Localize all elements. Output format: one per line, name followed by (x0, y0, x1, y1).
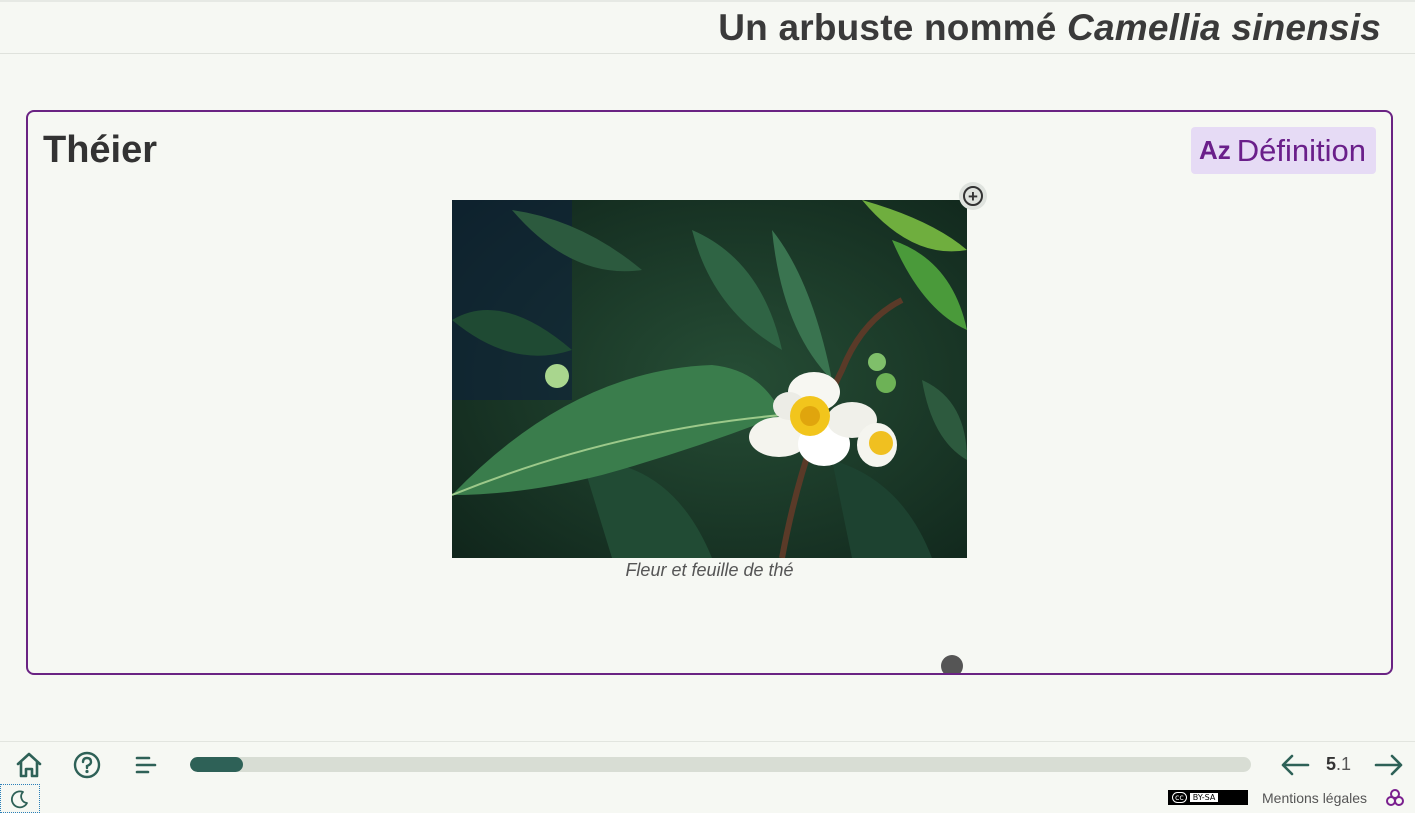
previous-button[interactable] (1278, 748, 1312, 782)
page-sub: .1 (1336, 754, 1352, 774)
help-button[interactable] (70, 748, 104, 782)
page-main: 5 (1326, 754, 1337, 774)
brand-logo-icon (1386, 789, 1404, 806)
menu-icon (135, 756, 157, 774)
scroll-indicator (941, 655, 963, 673)
brand-logo[interactable] (1386, 789, 1404, 807)
license-text: BY-SA (1189, 793, 1219, 802)
card-title: Théier (43, 129, 158, 171)
definition-badge: Az Définition (1190, 127, 1376, 174)
title-italic: Camellia sinensis (1067, 7, 1381, 48)
home-icon (16, 752, 42, 778)
home-button[interactable] (12, 748, 46, 782)
theme-toggle-button[interactable] (0, 784, 40, 813)
zoom-image-button[interactable]: + (959, 182, 987, 210)
progress-fill (190, 757, 244, 772)
arrow-right-icon (1374, 754, 1403, 776)
page-header: Un arbuste nommé Camellia sinensis (0, 0, 1415, 54)
menu-button[interactable] (129, 748, 163, 782)
tea-plant-image (452, 200, 967, 558)
page-title: Un arbuste nommé Camellia sinensis (718, 7, 1381, 49)
progress-bar (190, 757, 1251, 772)
definition-label: Définition (1236, 132, 1366, 168)
legal-notice-link[interactable]: Mentions légales (1262, 790, 1367, 806)
arrow-left-icon (1281, 754, 1310, 776)
cc-label: cc (1172, 792, 1187, 803)
figure-caption: Fleur et feuille de thé (625, 560, 794, 580)
next-button[interactable] (1372, 748, 1406, 782)
license-badge[interactable]: cc BY-SA (1168, 790, 1248, 805)
zoom-in-icon: + (963, 186, 983, 206)
help-icon (73, 751, 101, 779)
glossary-icon: Az (1198, 135, 1231, 165)
definition-card: Théier Az Définition + Fleur et feuille … (26, 110, 1393, 675)
title-plain: Un arbuste nommé (718, 7, 1068, 48)
moon-icon (10, 790, 28, 808)
footer-divider (0, 741, 1415, 742)
page-indicator: 5.1 (1326, 754, 1351, 775)
tea-plant-illustration (452, 200, 967, 558)
